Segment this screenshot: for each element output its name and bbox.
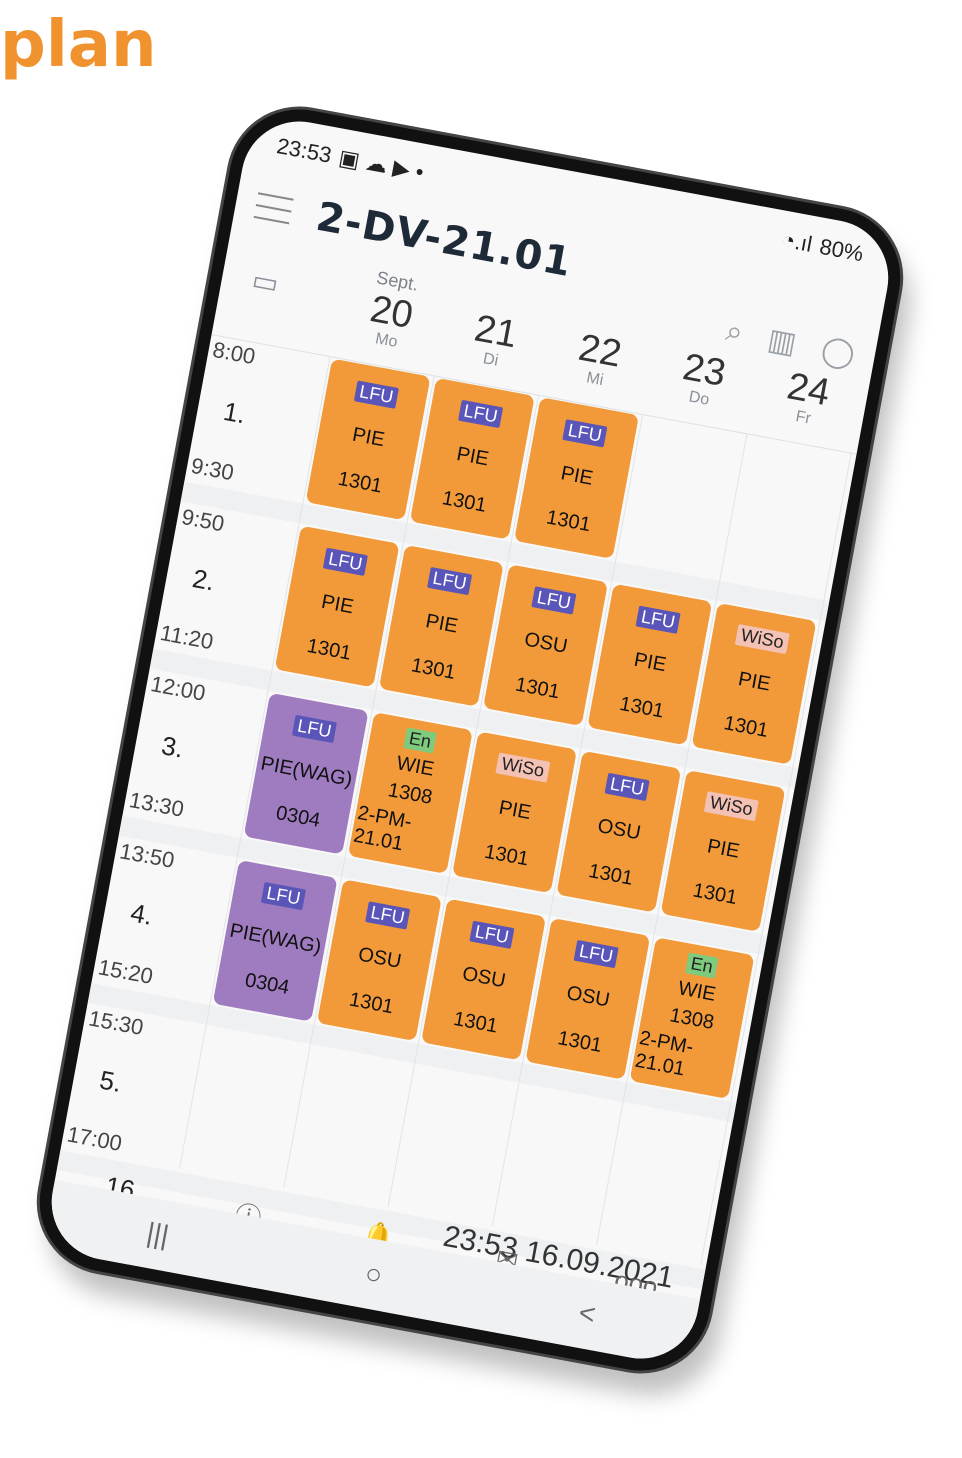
class-label: 2-PM-21.01 (633, 1027, 696, 1081)
period-number: 4. (128, 897, 156, 931)
room-label: 0304 (274, 801, 323, 832)
battery-level: 80% (817, 233, 866, 267)
subject-label: WIE (676, 977, 718, 1006)
period-start-time: 8:00 (210, 336, 258, 370)
subject-label: PIE (319, 591, 356, 619)
room-label: 1301 (513, 673, 562, 704)
room-label: 0304 (243, 969, 292, 999)
subject-label: OSU (564, 982, 612, 1013)
period-end-time: 13:30 (127, 787, 186, 822)
class-label: 2-PM-21.01 (351, 802, 414, 856)
period-end-time: 9:30 (189, 452, 236, 486)
phone: 23:53 ▣ ☁ ▶ • ◔.ıl 80% 2-DV-21.01 ⌕ ▥ ◯ … (28, 97, 912, 1383)
room-label: 1301 (482, 840, 531, 871)
subject-label: OSU (595, 815, 643, 845)
room-label: 1301 (586, 859, 635, 890)
teacher-badge: LFU (291, 714, 337, 744)
back-button[interactable]: < (576, 1297, 598, 1331)
teacher-badge: LFU (562, 419, 608, 448)
phone-screen: 23:53 ▣ ☁ ▶ • ◔.ıl 80% 2-DV-21.01 ⌕ ▥ ◯ … (42, 111, 898, 1369)
room-label: 1301 (336, 467, 384, 498)
room-label: 1308 (667, 1004, 716, 1035)
calendar-icon[interactable]: ▭ (249, 263, 289, 303)
teacher-badge: WiSo (735, 624, 790, 655)
timetable-grid: 8:00 1. 9:30 9:50 2. 11:20 12:00 3. 13:30 13:50 4.… (56, 334, 857, 1290)
teacher-badge: LFU (353, 380, 399, 409)
phone-frame: 23:53 ▣ ☁ ▶ • ◔.ıl 80% 2-DV-21.01 ⌕ ▥ ◯ … (28, 97, 912, 1383)
room-label: 1301 (722, 712, 770, 742)
status-time: 23:53 (274, 133, 334, 168)
teacher-badge: LFU (469, 920, 515, 950)
teacher-badge: LFU (531, 586, 577, 615)
subject-label: PIE (632, 649, 668, 677)
period-start-time: 9:50 (179, 503, 227, 537)
room-label: 1301 (691, 879, 739, 909)
period-number: 1. (221, 395, 248, 430)
room-label: 1301 (347, 988, 396, 1019)
room-label: 1301 (451, 1007, 500, 1038)
menu-icon[interactable] (253, 192, 294, 225)
home-button[interactable]: ○ (362, 1257, 385, 1292)
subject-label: PIE (350, 424, 387, 452)
subject-label: PIE(WAG) (258, 752, 354, 792)
subject-label: PIE(WAG) (227, 920, 323, 959)
room-label: 1301 (544, 506, 593, 536)
subject-label: PIE (423, 610, 460, 639)
subject-label: OSU (460, 963, 508, 993)
teacher-badge: WiSo (495, 752, 550, 783)
teacher-badge: LFU (365, 901, 411, 930)
teacher-badge: En (685, 952, 719, 979)
room-label: 1301 (305, 634, 353, 665)
subject-label: PIE (705, 835, 742, 864)
period-number: 2. (190, 563, 217, 597)
room-label: 1301 (555, 1027, 604, 1057)
subject-label: PIE (736, 668, 773, 697)
subject-label: WIE (394, 752, 436, 781)
period-end-time: 15:20 (96, 954, 155, 989)
teacher-badge: LFU (260, 882, 306, 911)
period-end-time: 11:20 (158, 619, 216, 655)
page-headline: plan (0, 8, 157, 82)
teacher-badge: En (403, 726, 437, 754)
teacher-badge: WiSo (704, 791, 759, 822)
teacher-badge: LFU (573, 940, 619, 969)
room-label: 1301 (409, 654, 458, 684)
room-label: 1301 (617, 692, 666, 723)
room-label: 1301 (440, 486, 489, 517)
subject-label: OSU (356, 943, 403, 974)
subject-label: PIE (558, 462, 595, 491)
subject-label: PIE (454, 443, 491, 471)
room-label: 1308 (386, 779, 435, 809)
teacher-badge: LFU (322, 547, 368, 577)
teacher-badge: LFU (604, 772, 650, 802)
teacher-badge: LFU (457, 399, 504, 429)
recent-apps-button[interactable]: ||| (144, 1217, 171, 1252)
subject-label: OSU (522, 628, 570, 659)
period-number: 5. (97, 1064, 125, 1098)
teacher-badge: LFU (635, 605, 681, 635)
signal-icon: ◔.ıl (779, 226, 815, 257)
period-number: 3. (159, 730, 186, 764)
teacher-badge: LFU (427, 567, 473, 596)
subject-label: PIE (496, 797, 533, 825)
